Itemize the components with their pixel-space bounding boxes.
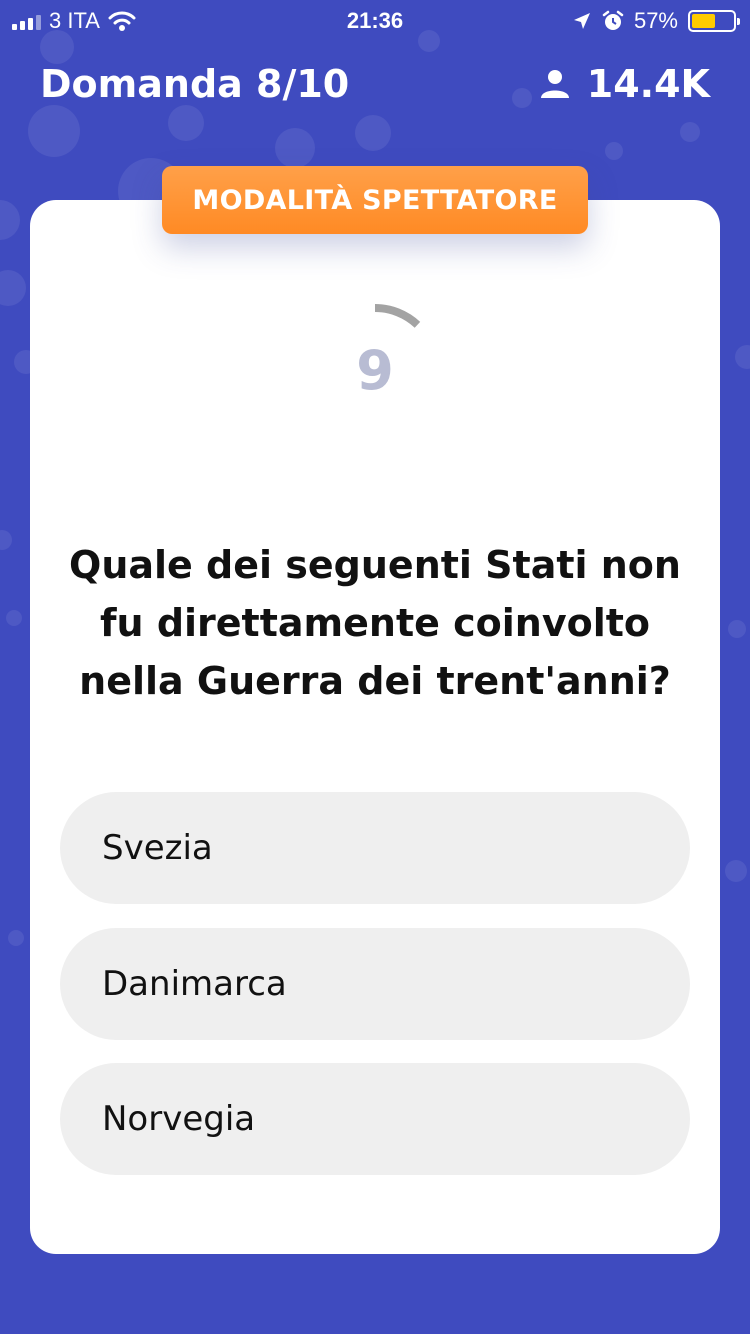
question-counter: Domanda 8/10 [40, 62, 350, 106]
viewer-count-value: 14.4K [586, 62, 710, 106]
user-icon [540, 70, 569, 98]
answer-label: Svezia [102, 828, 213, 868]
countdown-timer: 9 [300, 295, 450, 445]
spectator-mode-badge: MODALITÀ SPETTATORE [162, 166, 588, 234]
battery-icon [688, 10, 740, 32]
alarm-icon [602, 10, 624, 30]
battery-percent: 57% [633, 8, 678, 33]
battery-level [692, 14, 715, 28]
timer-seconds: 9 [356, 338, 394, 402]
answer-option-1[interactable]: Svezia [60, 792, 690, 904]
question-text: Quale dei seguenti Stati non fu direttam… [69, 543, 681, 703]
answer-label: Danimarca [102, 964, 287, 1004]
answer-option-3[interactable]: Norvegia [60, 1063, 690, 1175]
answer-option-2[interactable]: Danimarca [60, 928, 690, 1040]
location-arrow-icon [573, 13, 590, 29]
status-bar: 3 ITA 21:36 57% [0, 0, 750, 42]
viewer-count: 14.4K [539, 62, 710, 106]
answer-label: Norvegia [102, 1099, 256, 1139]
